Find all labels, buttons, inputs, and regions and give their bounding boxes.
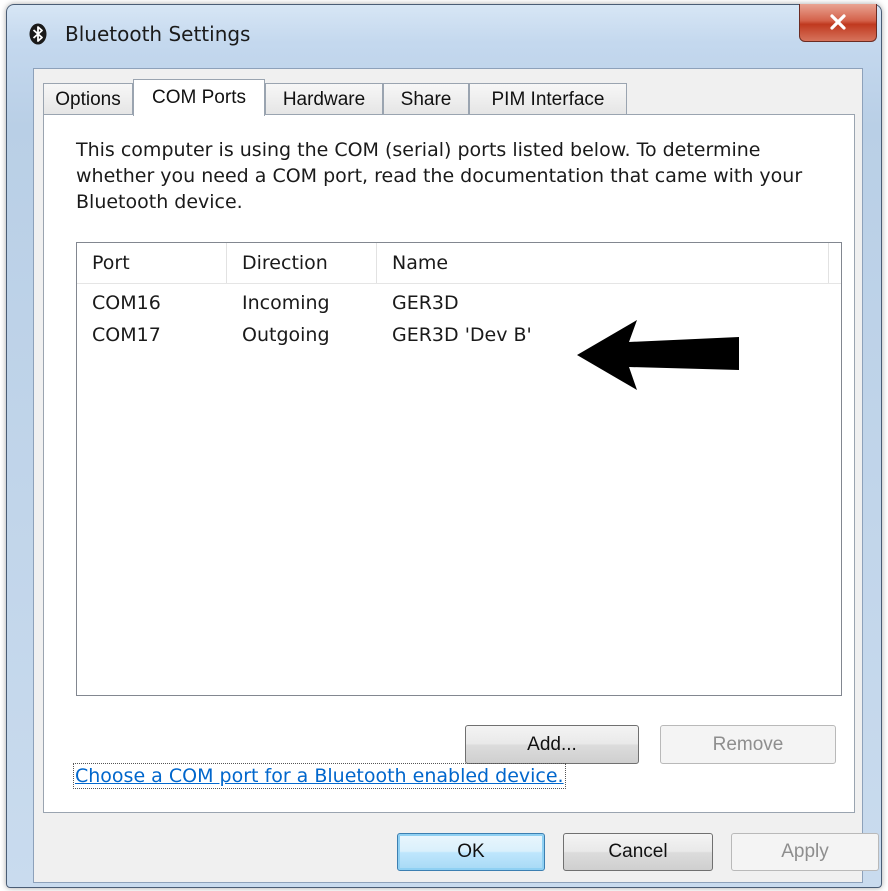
tab-hardware[interactable]: Hardware xyxy=(265,83,383,115)
direction-cell: Incoming xyxy=(242,292,330,314)
description-text: This computer is using the COM (serial) … xyxy=(76,139,803,213)
tab-options[interactable]: Options xyxy=(43,83,133,115)
cancel-button[interactable]: Cancel xyxy=(563,833,713,871)
dialog-client-area: Options COM Ports Hardware Share PIM Int… xyxy=(33,68,879,883)
bluetooth-icon xyxy=(29,23,47,45)
table-row[interactable]: COM16 Incoming GER3D xyxy=(77,287,841,319)
com-ports-panel: This computer is using the COM (serial) … xyxy=(43,114,855,813)
column-header-name[interactable]: Name xyxy=(377,243,829,283)
column-header-direction[interactable]: Direction xyxy=(227,243,377,283)
close-icon xyxy=(830,14,846,30)
remove-button[interactable]: Remove xyxy=(660,725,836,764)
port-cell: COM16 xyxy=(92,292,161,314)
apply-button[interactable]: Apply xyxy=(731,833,879,871)
direction-cell: Outgoing xyxy=(242,324,330,346)
name-cell: GER3D xyxy=(392,292,459,314)
window-title: Bluetooth Settings xyxy=(65,22,251,46)
title-bar[interactable]: Bluetooth Settings xyxy=(7,4,881,53)
list-header: Port Direction Name xyxy=(77,243,841,284)
choose-com-port-link[interactable]: Choose a COM port for a Bluetooth enable… xyxy=(73,763,566,789)
tab-share[interactable]: Share xyxy=(383,83,469,115)
add-button[interactable]: Add... xyxy=(465,725,639,764)
black-arrow-annotation xyxy=(577,320,739,390)
bluetooth-settings-window: Bluetooth Settings Options COM Ports Har… xyxy=(6,4,882,888)
tab-com-ports[interactable]: COM Ports xyxy=(133,79,265,116)
port-cell: COM17 xyxy=(92,324,161,346)
tab-pim-interface[interactable]: PIM Interface xyxy=(469,83,627,115)
name-cell: GER3D 'Dev B' xyxy=(392,324,532,346)
com-ports-list[interactable]: Port Direction Name COM16 Incoming GER3D… xyxy=(76,242,842,696)
close-button[interactable] xyxy=(799,4,877,42)
column-header-port[interactable]: Port xyxy=(77,243,227,283)
ok-button[interactable]: OK xyxy=(397,833,545,871)
